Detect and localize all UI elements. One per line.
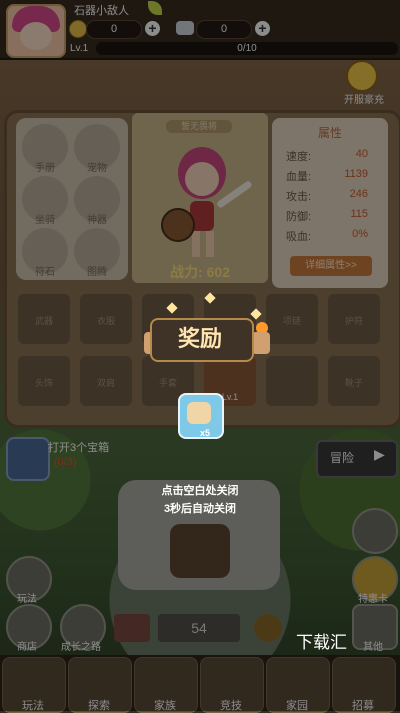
reward-item-count: x5: [200, 428, 211, 438]
watermark: 下载汇: [296, 633, 347, 652]
reward-title: 奖励: [177, 326, 222, 351]
close-tip: 点击空白处关闭: [161, 485, 239, 497]
torch-icon: [252, 332, 270, 354]
chest-item-icon: [187, 402, 211, 424]
auto-close-tip: 3秒后自动关闭: [163, 503, 237, 515]
